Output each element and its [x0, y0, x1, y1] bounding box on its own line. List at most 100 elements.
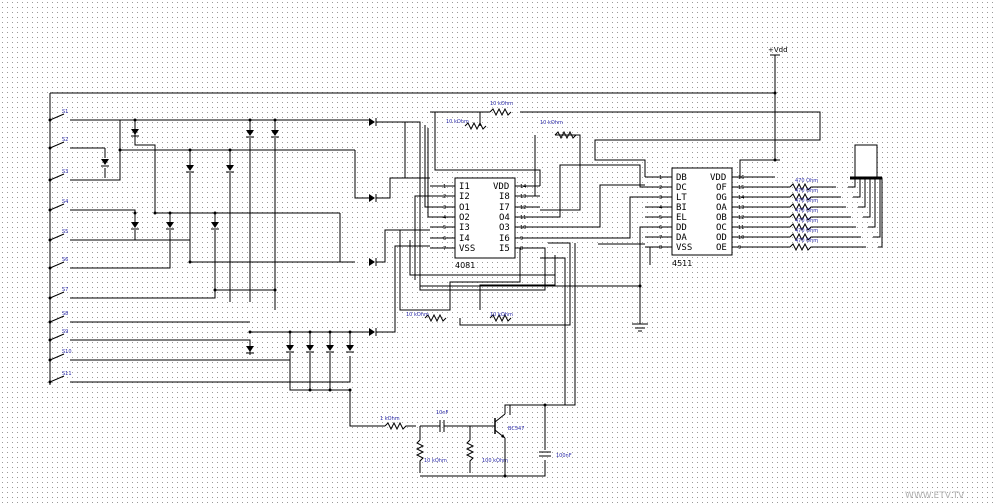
pin-label: LT: [676, 193, 687, 203]
switch-label: S1: [62, 109, 68, 115]
ic-4511: 4511 DB DC LT BI EL DD DA VSS VDD OF OG …: [659, 167, 744, 268]
diode: [100, 158, 110, 167]
pin-number: 4: [659, 205, 662, 211]
watermark: WWW.ETV.TV: [905, 491, 965, 501]
pin-label: VSS: [676, 243, 692, 253]
switch[interactable]: [49, 141, 105, 149]
pin-label: OB: [716, 213, 727, 223]
resistor-label: 10 kOhm: [406, 312, 429, 318]
resistor-label: 470 Ohm: [795, 238, 818, 244]
pin-label: VDD: [493, 182, 509, 192]
pin-label: OE: [716, 243, 727, 253]
resistor-label: 10 kOhm: [424, 458, 447, 464]
switch[interactable]: [49, 291, 90, 299]
resistor-d: 10 kOhm: [489, 312, 513, 323]
pin-number: 7: [659, 235, 662, 241]
capacitor-label: 10nF: [436, 410, 449, 416]
pin-number: 9: [520, 236, 523, 242]
switch[interactable]: [49, 113, 90, 121]
diode: [270, 129, 280, 138]
pin-number: 12: [738, 215, 744, 221]
diode: [245, 345, 255, 354]
transistor: BC547: [494, 413, 524, 439]
pin-label: OG: [716, 193, 727, 203]
switch[interactable]: [49, 233, 105, 241]
switch-label: S10: [62, 349, 72, 355]
switch[interactable]: [49, 261, 90, 269]
vdd-label: +Vdd: [768, 46, 788, 54]
pin-number: 13: [738, 205, 744, 211]
diode: [368, 193, 377, 203]
transistor-label: BC547: [508, 426, 524, 432]
pin-number: 16: [738, 175, 744, 181]
pin-label: DD: [676, 223, 687, 233]
resistor-label: 470 Ohm: [795, 188, 818, 194]
pin-label: I1: [459, 182, 470, 192]
pin-label: BI: [676, 203, 687, 213]
pin-label: EL: [676, 213, 687, 223]
pin-label: OF: [716, 183, 727, 193]
pin-label: I5: [499, 244, 510, 254]
switch-label: S2: [62, 137, 68, 143]
pin-label: O1: [459, 203, 470, 213]
diode: [225, 164, 235, 173]
pin-label: I6: [499, 234, 510, 244]
switch-label: S7: [62, 287, 68, 293]
diode: [325, 344, 335, 353]
switch-label: S9: [62, 329, 68, 335]
pin-number: 2: [443, 194, 446, 200]
resistor-label: 10 kOhm: [540, 120, 563, 126]
pin-number: 11: [738, 225, 744, 231]
switch[interactable]: [49, 315, 105, 323]
diode: [130, 128, 140, 137]
switch[interactable]: [49, 173, 90, 181]
pin-number: 6: [443, 236, 446, 242]
pin-label: O2: [459, 213, 470, 223]
pin-number: 8: [659, 245, 662, 251]
pin-label: DC: [676, 183, 687, 193]
switch[interactable]: [49, 203, 90, 211]
pin-number: 14: [738, 195, 744, 201]
ground-symbol: [632, 318, 648, 332]
diode: [368, 257, 377, 267]
pin-number: 5: [659, 215, 662, 221]
switch-label: S11: [62, 371, 72, 377]
pin-number: 3: [659, 195, 662, 201]
resistor-label: 10 kOhm: [446, 119, 469, 125]
pin-number: 13: [520, 194, 526, 200]
switch-label: S8: [62, 311, 68, 317]
diode: [285, 344, 295, 353]
pin-label: I4: [459, 234, 470, 244]
oscillator: 1 kOhm 10nF 10 kOhm 100 kOhm BC547 100nF: [349, 243, 576, 477]
switch-label: S6: [62, 257, 68, 263]
diode: [210, 221, 220, 230]
switch[interactable]: [49, 333, 90, 341]
switch-label: S5: [62, 229, 68, 235]
pin-number: 10: [520, 225, 526, 231]
resistor-label: 1 kOhm: [380, 416, 400, 422]
capacitor-label: 100nF: [556, 453, 572, 459]
diode: [368, 327, 377, 337]
diode: [185, 164, 195, 173]
pin-number: 15: [738, 185, 744, 191]
diode: [245, 129, 255, 138]
ic-4081: 4081 I1 I2 O1 O2 I3 I4 VSS VDD I8 I7 O4 …: [443, 177, 526, 270]
resistor-label: 470 Ohm: [795, 218, 818, 224]
pin-number: 2: [659, 185, 662, 191]
diode-matrix: [90, 117, 430, 391]
switch-label: S4: [62, 199, 68, 205]
pin-number: 14: [520, 184, 526, 190]
pin-label: DA: [676, 233, 687, 243]
resistor-label: 100 kOhm: [482, 458, 508, 464]
diode: [305, 344, 315, 353]
resistor-label: 10 kOhm: [490, 312, 513, 318]
pin-number: 4: [443, 215, 446, 221]
junctions: [48, 91, 777, 478]
pin-label: OC: [716, 223, 727, 233]
diode: [368, 117, 377, 127]
switch-label: S3: [62, 169, 68, 175]
pin-label: I3: [459, 223, 470, 233]
circuit-schematic: +Vdd S1 S2 S3 S4 S5 S6 S7 S8 S9 S10 S11: [48, 46, 965, 501]
pin-label: O3: [499, 223, 510, 233]
resistor-c: 10 kOhm: [406, 312, 447, 323]
